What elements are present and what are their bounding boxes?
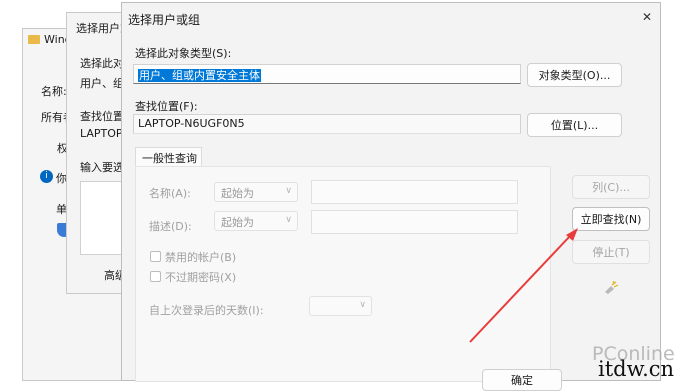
annotation-arrow	[469, 228, 578, 343]
watermark-site: itdw.cn	[598, 357, 675, 381]
